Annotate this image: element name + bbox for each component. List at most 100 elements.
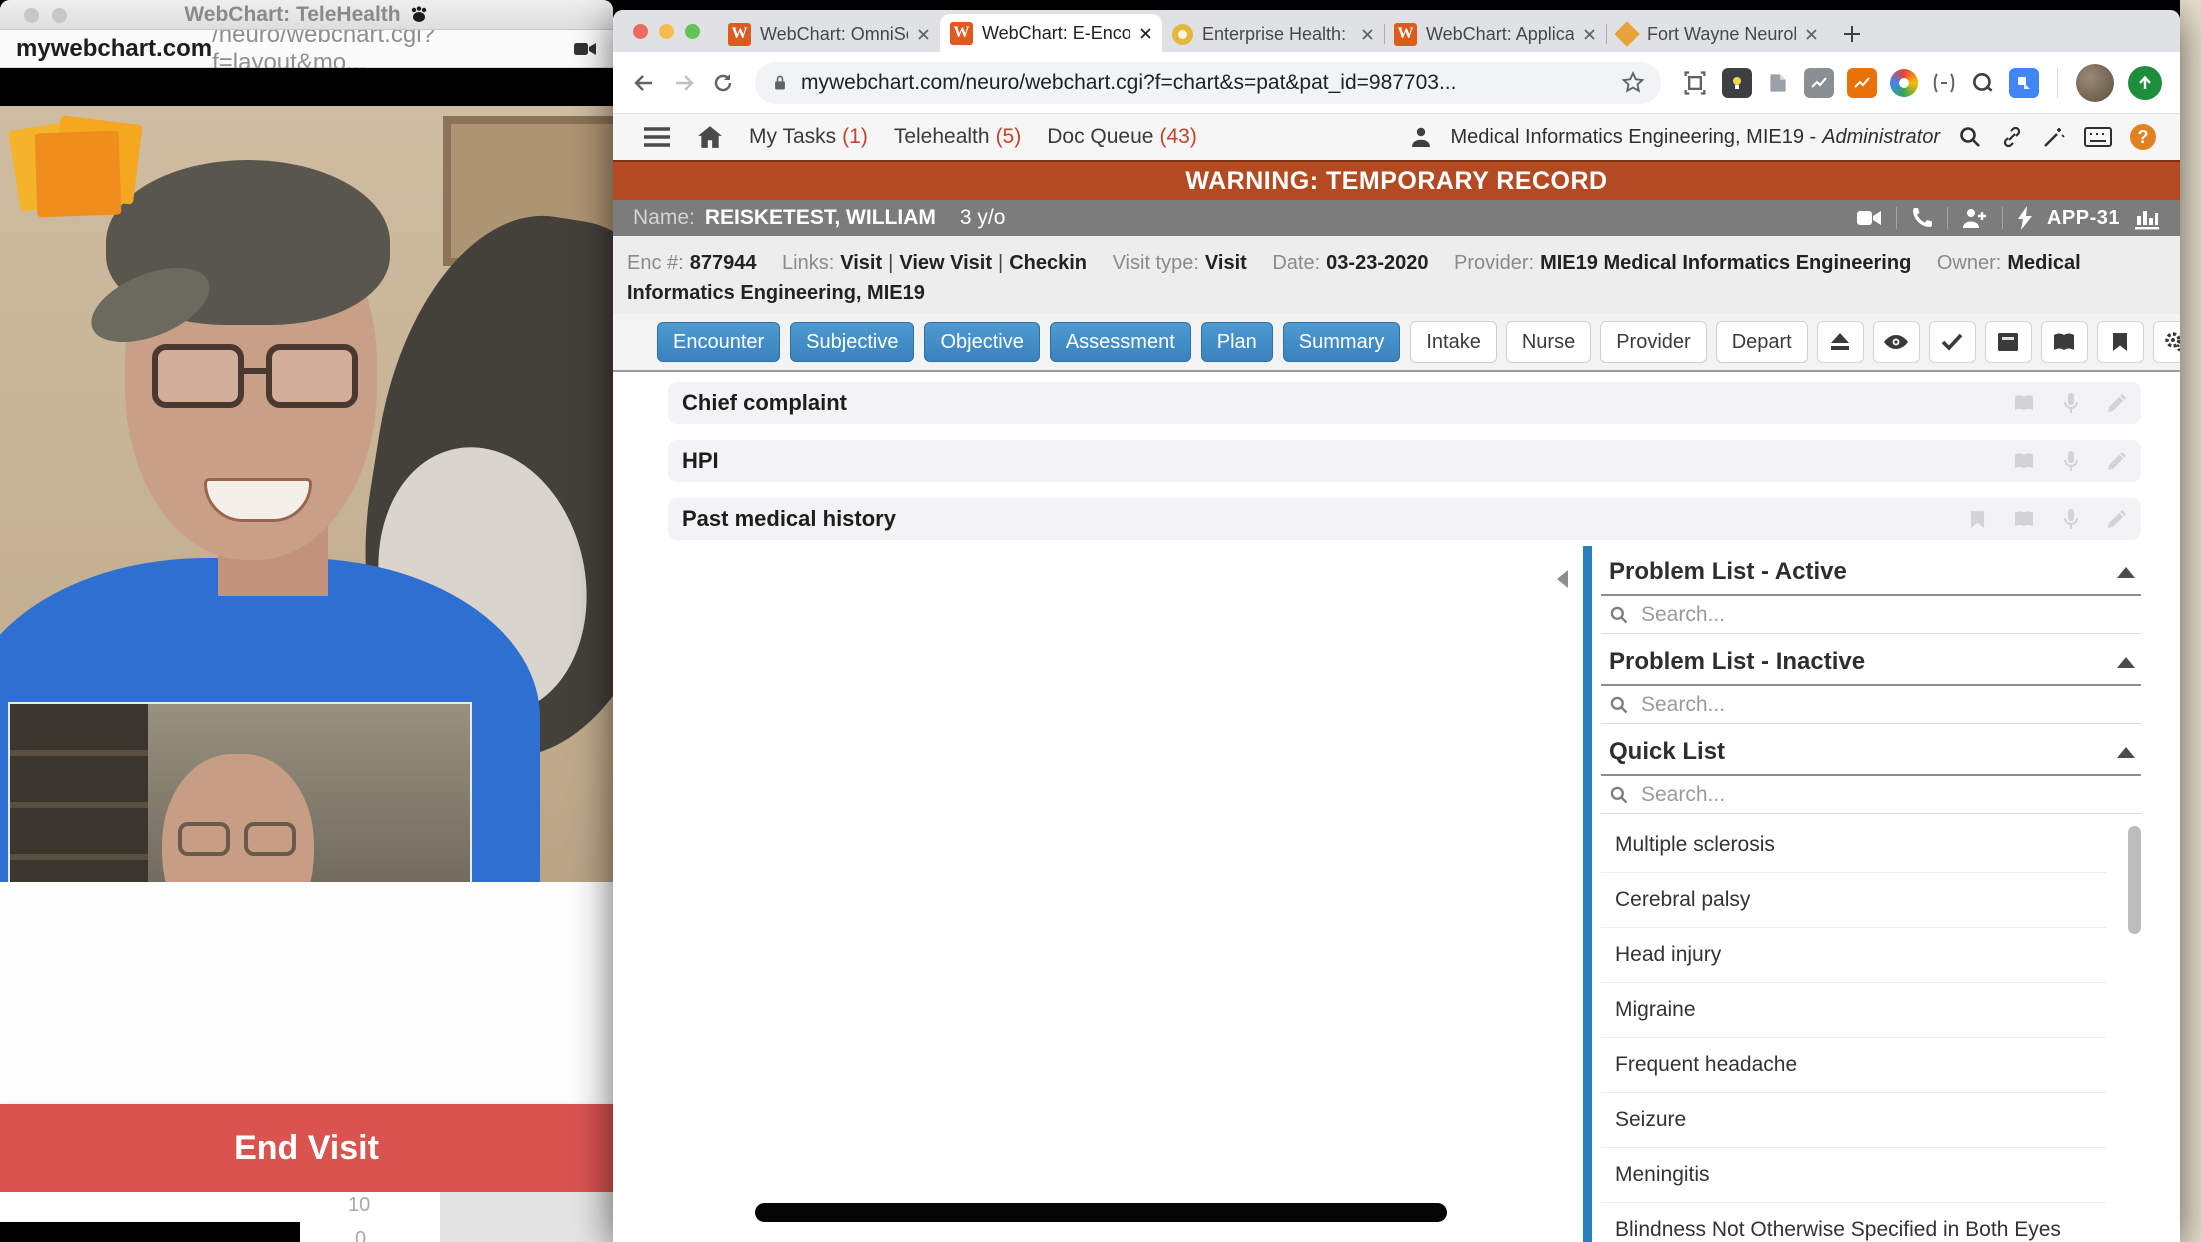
telehealth-address-bar[interactable]: mywebchart.com/neuro/webchart.cgi?f=layo… xyxy=(0,30,613,68)
extension-icon-compass[interactable] xyxy=(1890,69,1918,97)
tab-encounter[interactable]: Encounter xyxy=(657,322,780,362)
quick-list-header[interactable]: Quick List xyxy=(1601,728,2141,776)
nav-telehealth[interactable]: Telehealth(5) xyxy=(894,125,1021,149)
extension-icon-lighthouse[interactable] xyxy=(1722,68,1752,98)
search-input[interactable] xyxy=(1639,782,2133,808)
list-item[interactable]: Multiple sclerosis xyxy=(1601,818,2106,873)
search-input[interactable] xyxy=(1639,602,2133,628)
edit-pencil-icon[interactable] xyxy=(2107,451,2127,471)
browser-update-icon[interactable] xyxy=(2128,66,2162,100)
keyboard-icon[interactable] xyxy=(2084,127,2112,147)
close-tab-icon[interactable] xyxy=(917,28,930,41)
zoom-window-button[interactable] xyxy=(685,24,700,39)
list-item[interactable]: Migraine xyxy=(1601,983,2106,1038)
eject-button[interactable] xyxy=(1817,321,1864,363)
url-text[interactable]: mywebchart.com/neuro/webchart.cgi?f=char… xyxy=(801,71,1609,95)
close-tab-icon[interactable] xyxy=(1361,28,1374,41)
extension-icon-analytics-gray[interactable] xyxy=(1804,68,1834,98)
depart-button[interactable]: Depart xyxy=(1716,321,1808,363)
section-chief-complaint[interactable]: Chief complaint xyxy=(668,382,2141,424)
list-item[interactable]: Meningitis xyxy=(1601,1148,2106,1203)
reload-button[interactable] xyxy=(711,71,735,95)
list-item[interactable]: Head injury xyxy=(1601,928,2106,983)
close-tab-icon[interactable] xyxy=(1139,27,1152,40)
help-icon[interactable]: ? xyxy=(2130,124,2156,150)
problem-list-active-header[interactable]: Problem List - Active xyxy=(1601,548,2141,596)
video-call-icon[interactable] xyxy=(1856,208,1882,228)
chevron-up-icon[interactable] xyxy=(2117,747,2135,758)
menu-icon[interactable] xyxy=(643,126,671,148)
microphone-icon[interactable] xyxy=(2063,508,2079,530)
problem-list-inactive-header[interactable]: Problem List - Inactive xyxy=(1601,638,2141,686)
extension-icon-pages[interactable] xyxy=(1765,70,1791,96)
list-item[interactable]: Frequent headache xyxy=(1601,1038,2106,1093)
window-control-dot[interactable] xyxy=(52,8,67,23)
book-icon[interactable] xyxy=(2013,452,2035,470)
edit-pencil-icon[interactable] xyxy=(2107,509,2127,529)
list-item[interactable]: Seizure xyxy=(1601,1093,2106,1148)
profile-avatar[interactable] xyxy=(2076,64,2114,102)
bookmark-star-icon[interactable] xyxy=(1621,71,1645,95)
tab-webchart-application[interactable]: W WebChart: Applica xyxy=(1384,16,1606,52)
view-visit-link[interactable]: View Visit xyxy=(899,252,992,274)
extension-icon-parens[interactable] xyxy=(1931,72,1957,94)
camera-icon[interactable] xyxy=(573,40,597,58)
search-input[interactable] xyxy=(1639,692,2133,718)
quick-list-search[interactable] xyxy=(1601,776,2141,814)
check-button[interactable] xyxy=(1929,321,1976,363)
tab-webchart-omniscope[interactable]: W WebChart: OmniSc xyxy=(718,16,940,52)
tab-summary[interactable]: Summary xyxy=(1283,322,1401,362)
search-icon[interactable] xyxy=(1958,125,1982,149)
problem-list-inactive-search[interactable] xyxy=(1601,686,2141,724)
problem-list-active-search[interactable] xyxy=(1601,596,2141,634)
end-visit-button[interactable]: End Visit xyxy=(0,1104,613,1192)
section-hpi[interactable]: HPI xyxy=(668,440,2141,482)
collapse-panel-icon[interactable] xyxy=(1557,570,1568,588)
new-tab-button[interactable] xyxy=(1840,22,1864,46)
extension-icon-translate[interactable] xyxy=(2009,68,2039,98)
eye-button[interactable] xyxy=(1873,321,1920,363)
tab-plan[interactable]: Plan xyxy=(1201,322,1273,362)
add-person-icon[interactable] xyxy=(1962,207,1988,229)
chevron-up-icon[interactable] xyxy=(2117,567,2135,578)
quick-list-scrollbar-thumb[interactable] xyxy=(2128,826,2141,934)
extension-icon-analytics-orange[interactable] xyxy=(1847,68,1877,98)
close-window-button[interactable] xyxy=(633,24,648,39)
microphone-icon[interactable] xyxy=(2063,450,2079,472)
tab-subjective[interactable]: Subjective xyxy=(790,322,914,362)
bookmark-icon[interactable] xyxy=(1970,510,1985,529)
chart-stats-icon[interactable] xyxy=(2134,206,2160,230)
microphone-icon[interactable] xyxy=(2063,392,2079,414)
tab-enterprise-health[interactable]: Enterprise Health: ( xyxy=(1162,16,1384,52)
nav-my-tasks[interactable]: My Tasks(1) xyxy=(749,125,868,149)
list-item[interactable]: Blindness Not Otherwise Specified in Bot… xyxy=(1601,1203,2106,1242)
edit-pencil-icon[interactable] xyxy=(2107,393,2127,413)
section-past-medical-history[interactable]: Past medical history xyxy=(668,498,2141,540)
book-icon[interactable] xyxy=(2013,510,2035,528)
bolt-icon[interactable] xyxy=(2017,206,2033,230)
logged-in-user[interactable]: Medical Informatics Engineering, MIE19 -… xyxy=(1450,126,1940,149)
visit-link[interactable]: Visit xyxy=(840,252,882,274)
address-bar[interactable]: mywebchart.com/neuro/webchart.cgi?f=char… xyxy=(755,62,1661,104)
intake-button[interactable]: Intake xyxy=(1410,321,1496,363)
nurse-button[interactable]: Nurse xyxy=(1506,321,1591,363)
close-tab-icon[interactable] xyxy=(1583,28,1596,41)
link-icon[interactable] xyxy=(2000,125,2024,149)
book-button[interactable] xyxy=(2041,321,2088,363)
home-icon[interactable] xyxy=(697,125,723,149)
forward-button[interactable] xyxy=(671,71,697,95)
minimize-window-button[interactable] xyxy=(659,24,674,39)
chevron-up-icon[interactable] xyxy=(2117,657,2135,668)
back-button[interactable] xyxy=(631,71,657,95)
lock-icon[interactable] xyxy=(771,72,789,94)
provider-button[interactable]: Provider xyxy=(1600,321,1706,363)
bookmark-button[interactable] xyxy=(2097,321,2144,363)
tab-fort-wayne-neurology[interactable]: Fort Wayne Neurol xyxy=(1606,16,1828,52)
wand-icon[interactable] xyxy=(2042,125,2066,149)
book-icon[interactable] xyxy=(2013,394,2035,412)
tab-webchart-e-encounter[interactable]: W WebChart: E-Encou xyxy=(940,14,1162,52)
phone-icon[interactable] xyxy=(1911,207,1933,229)
extension-icon-screenshot[interactable] xyxy=(1681,69,1709,97)
close-tab-icon[interactable] xyxy=(1805,28,1818,41)
nav-doc-queue[interactable]: Doc Queue(43) xyxy=(1047,125,1197,149)
